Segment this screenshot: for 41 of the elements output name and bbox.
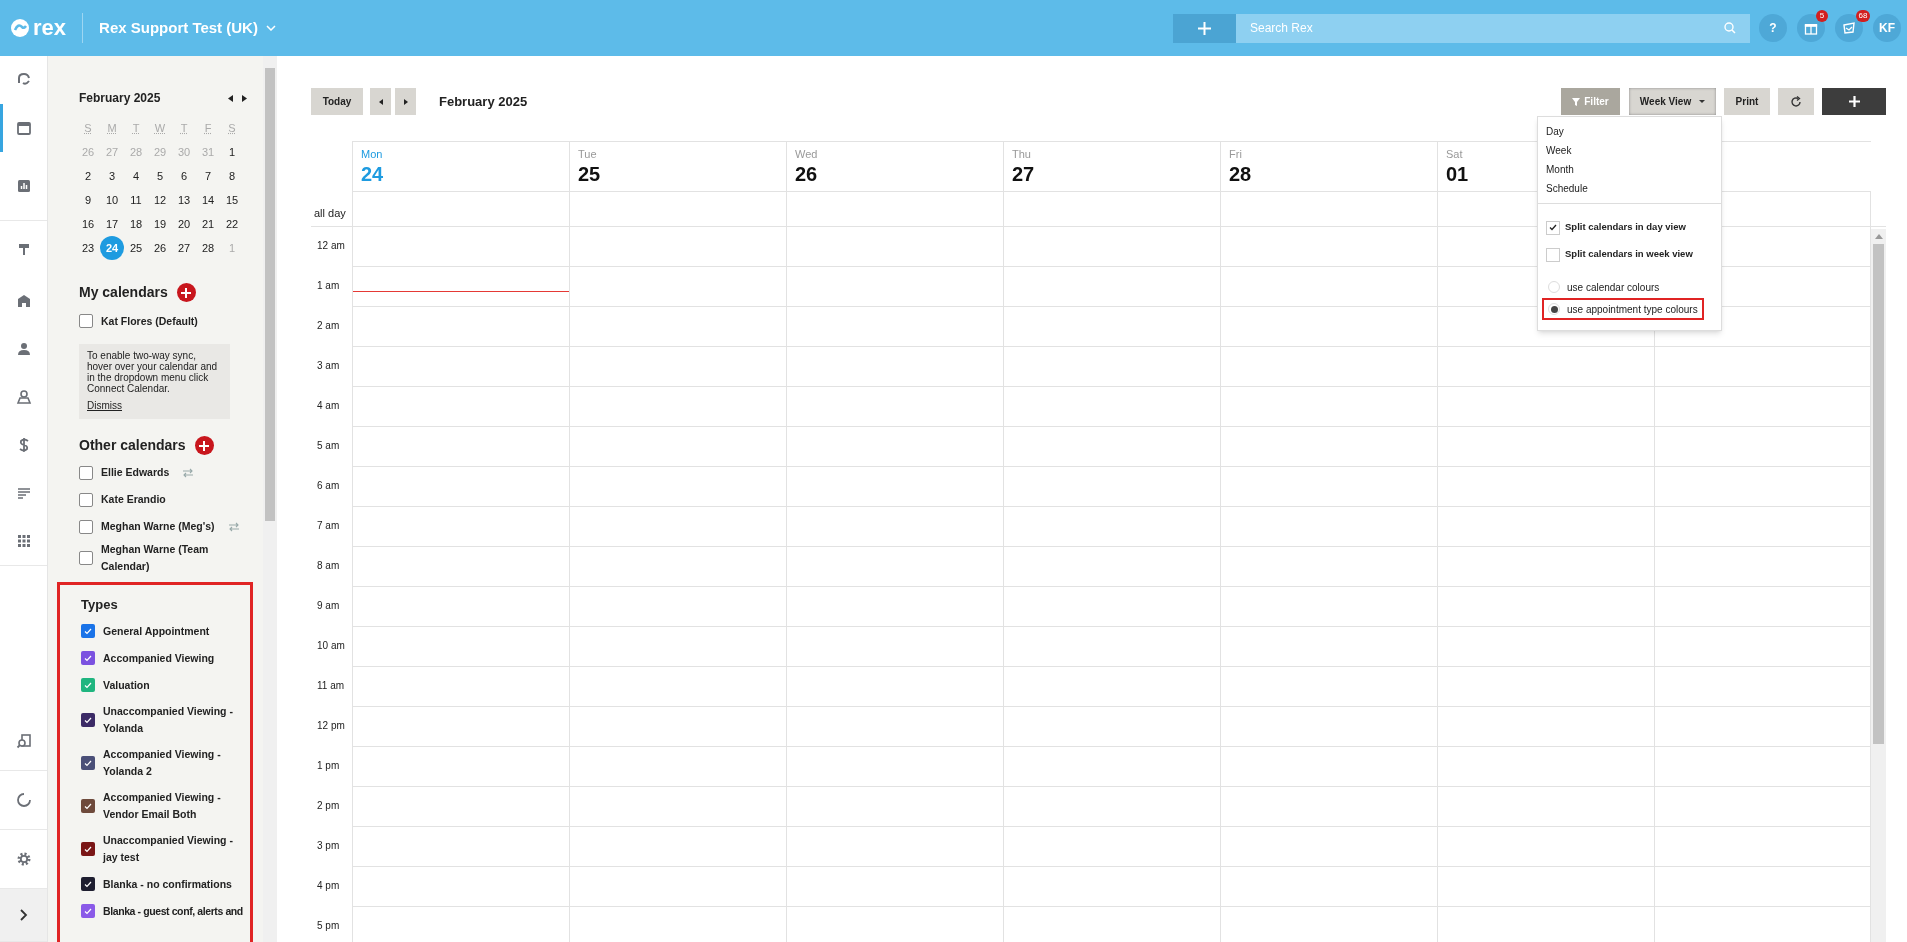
hour-label: 11 am <box>317 680 345 691</box>
hour-label: 5 pm <box>317 920 340 931</box>
weekday-label: Thu <box>1012 147 1031 162</box>
weekday-label: Fri <box>1229 147 1242 162</box>
all-day-label: all day <box>314 205 346 221</box>
hour-label: 4 pm <box>317 880 340 891</box>
hour-label: 7 am <box>317 520 340 531</box>
weekday-label: Wed <box>795 147 818 162</box>
hour-label: 1 pm <box>317 760 340 771</box>
weekday-label: S <box>227 121 237 136</box>
month-title: February 2025 <box>79 90 161 107</box>
hour-label: 12 am <box>317 240 345 251</box>
weekday-label: Mon <box>361 147 383 162</box>
weekday-label: T <box>131 121 141 136</box>
brand-name: rex <box>33 17 67 39</box>
hour-label: 3 pm <box>317 840 340 851</box>
weekday-label: Tue <box>578 147 597 162</box>
weekday-label: M <box>106 121 118 136</box>
weekday-label: T <box>179 121 189 136</box>
weekday-label: F <box>203 121 213 136</box>
weekday-label: W <box>153 121 167 136</box>
notification-badge: 5 <box>1816 10 1828 22</box>
period-title: February 2025 <box>439 92 528 111</box>
hour-label: 1 am <box>317 280 340 291</box>
section-heading: Other calendars <box>79 436 186 455</box>
hour-label: 9 am <box>317 600 340 611</box>
section-heading: Types <box>81 596 119 614</box>
hour-label: 4 am <box>317 400 340 411</box>
notification-badge: 68 <box>1856 10 1870 22</box>
notice-text: To enable two-way sync, hover over your calendar and in the dropdown menu click Connect Calendar. <box>87 350 219 394</box>
section-heading: My calendars <box>79 283 168 302</box>
hour-label: 10 am <box>317 640 345 651</box>
hour-label: 12 pm <box>317 720 345 731</box>
hour-label: 8 am <box>317 560 340 571</box>
hour-label: 3 am <box>317 360 340 371</box>
weekday-label: S <box>83 121 93 136</box>
hour-label: 5 am <box>317 440 340 451</box>
hour-label: 6 am <box>317 480 340 491</box>
weekday-label: Sat <box>1446 147 1463 162</box>
hour-label: 2 am <box>317 320 340 331</box>
hour-label: 2 pm <box>317 800 340 811</box>
